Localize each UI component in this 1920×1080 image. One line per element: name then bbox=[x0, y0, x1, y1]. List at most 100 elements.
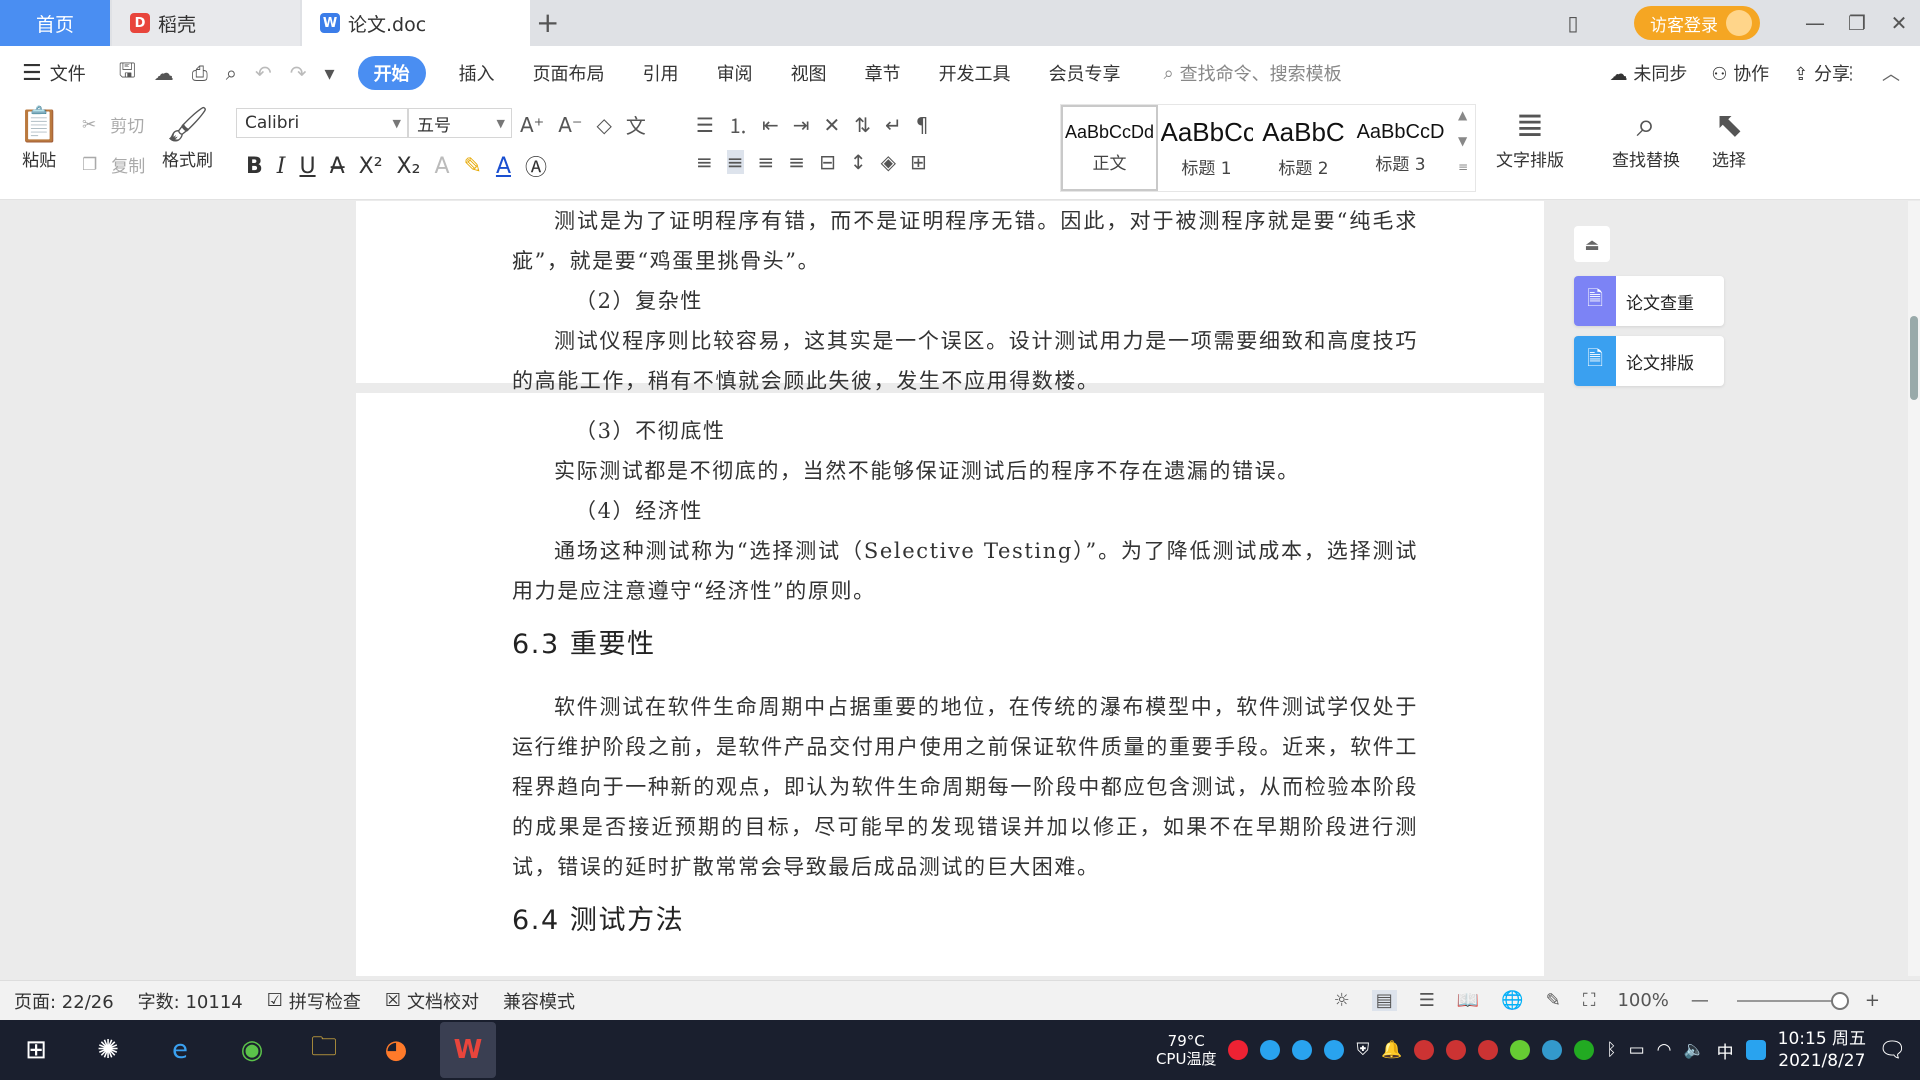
pinwheel-app-icon[interactable]: ✺ bbox=[80, 1022, 136, 1078]
superscript-icon[interactable]: X² bbox=[359, 154, 383, 179]
font-color-icon[interactable]: A bbox=[496, 154, 511, 179]
subscript-icon[interactable]: X₂ bbox=[397, 154, 421, 179]
ime-indicator[interactable]: 中 bbox=[1717, 1038, 1734, 1063]
cpu-temperature[interactable]: 79°C CPU温度 bbox=[1156, 1032, 1217, 1068]
redo-icon[interactable]: ↷ bbox=[290, 61, 307, 85]
tray-app-icon[interactable] bbox=[1414, 1040, 1435, 1060]
scrollbar-thumb[interactable] bbox=[1910, 316, 1918, 400]
increase-font-icon[interactable]: A⁺ bbox=[520, 113, 544, 137]
zoom-level[interactable]: 100% bbox=[1617, 990, 1668, 1011]
fit-page-icon[interactable]: ⛶ bbox=[1583, 990, 1596, 1011]
game-app-icon[interactable]: ◕ bbox=[368, 1022, 424, 1078]
word-count[interactable]: 字数: 10114 bbox=[138, 988, 243, 1014]
style-normal[interactable]: AaBbCcDd 正文 bbox=[1061, 105, 1158, 191]
sync-button[interactable]: ☁ 未同步 bbox=[1610, 60, 1688, 86]
guest-login-button[interactable]: 访客登录 bbox=[1634, 6, 1760, 40]
volume-icon[interactable]: 🔈 bbox=[1683, 1040, 1704, 1060]
font-name-select[interactable]: Calibri ▼ bbox=[236, 108, 408, 138]
nvidia-icon[interactable] bbox=[1574, 1040, 1595, 1060]
align-left-icon[interactable]: ≡ bbox=[696, 150, 713, 174]
shading-icon[interactable]: ◈ bbox=[881, 150, 896, 174]
style-scroll-down-icon[interactable]: ▼ bbox=[1458, 134, 1467, 148]
align-right-icon[interactable]: ≡ bbox=[758, 150, 775, 174]
web-view-icon[interactable]: 🌐 bbox=[1501, 990, 1523, 1011]
undo-icon[interactable]: ↶ bbox=[255, 61, 272, 85]
tray-app-icon[interactable] bbox=[1478, 1040, 1499, 1060]
style-scroll-up-icon[interactable]: ▲ bbox=[1458, 108, 1467, 122]
collapse-panel-icon[interactable]: ⏏ bbox=[1574, 226, 1610, 262]
tray-app-icon[interactable] bbox=[1324, 1040, 1345, 1060]
windows-start-icon[interactable]: ⊞ bbox=[8, 1022, 64, 1078]
file-explorer-icon[interactable]: 🗀 bbox=[296, 1022, 352, 1078]
zoom-out-icon[interactable]: — bbox=[1691, 990, 1709, 1011]
strikethrough-icon[interactable]: A̶ bbox=[330, 154, 345, 179]
print-preview-icon[interactable]: ⌕ bbox=[226, 61, 237, 85]
collaborate-button[interactable]: ⚇ 协作 bbox=[1711, 60, 1769, 86]
numbered-list-icon[interactable]: ⒈ bbox=[728, 110, 748, 139]
italic-icon[interactable]: I bbox=[277, 154, 286, 179]
page-view-icon[interactable]: ▤ bbox=[1371, 990, 1397, 1011]
tab-insert[interactable]: 插入 bbox=[459, 60, 495, 86]
clear-format-icon[interactable]: ◇ bbox=[597, 113, 612, 137]
style-heading-3[interactable]: AaBbCcD 标题 3 bbox=[1352, 105, 1449, 191]
font-size-select[interactable]: 五号 ▼ bbox=[408, 108, 512, 138]
text-layout-button[interactable]: ≣ 文字排版 bbox=[1496, 104, 1564, 171]
restore-icon[interactable]: ❐ bbox=[1836, 11, 1878, 35]
bluetooth-icon[interactable]: ᛒ bbox=[1606, 1040, 1616, 1060]
outline-view-icon[interactable]: ☰ bbox=[1419, 990, 1435, 1011]
proofread-button[interactable]: ☒ 文档校对 bbox=[385, 988, 479, 1014]
notification-icon[interactable]: 🗨 bbox=[1878, 1038, 1906, 1063]
bold-icon[interactable]: B bbox=[246, 154, 263, 179]
copy-button[interactable]: ❐ 复制 bbox=[82, 152, 145, 178]
qq-icon[interactable] bbox=[1745, 1040, 1766, 1060]
bell-icon[interactable]: 🔔 bbox=[1381, 1040, 1402, 1060]
text-effect-icon[interactable]: A bbox=[434, 154, 449, 179]
sort-icon[interactable]: ⇅ bbox=[854, 113, 871, 137]
zoom-slider-knob[interactable] bbox=[1830, 991, 1849, 1010]
show-marks-icon[interactable]: ¶ bbox=[916, 113, 929, 137]
vertical-scrollbar[interactable] bbox=[1908, 201, 1920, 976]
format-painter-button[interactable]: 🖌 格式刷 bbox=[162, 104, 213, 171]
command-search[interactable]: ⌕ 查找命令、搜索模板 bbox=[1164, 60, 1342, 86]
line-spacing-icon[interactable]: ↕ bbox=[850, 150, 867, 174]
highlight-icon[interactable]: ✎ bbox=[464, 154, 482, 179]
justify-icon[interactable]: ≡ bbox=[788, 150, 805, 174]
more-icon[interactable]: ⋮ bbox=[1842, 63, 1860, 84]
tab-document[interactable]: W 论文.doc bbox=[302, 0, 530, 46]
tab-references[interactable]: 引用 bbox=[643, 60, 679, 86]
char-border-icon[interactable]: Ⓐ bbox=[525, 150, 547, 182]
browser-360-icon[interactable]: ◉ bbox=[224, 1022, 280, 1078]
tab-member[interactable]: 会员专享 bbox=[1049, 60, 1121, 86]
decrease-font-icon[interactable]: A⁻ bbox=[558, 113, 582, 137]
increase-indent-icon[interactable]: ⇥ bbox=[793, 113, 810, 137]
distributed-icon[interactable]: ⊟ bbox=[819, 150, 836, 174]
file-menu[interactable]: ☰ 文件 bbox=[22, 60, 86, 86]
tray-app-icon[interactable] bbox=[1510, 1040, 1531, 1060]
print-icon[interactable]: ⎙ bbox=[192, 61, 208, 85]
shield-icon[interactable]: ⛨ bbox=[1356, 1040, 1369, 1060]
tab-page-layout[interactable]: 页面布局 bbox=[533, 60, 605, 86]
decrease-indent-icon[interactable]: ⇤ bbox=[762, 113, 779, 137]
quick-access-dropdown-icon[interactable]: ▾ bbox=[325, 61, 335, 85]
tray-app-icon[interactable] bbox=[1446, 1040, 1467, 1060]
document-text[interactable]: 测试是为了证明程序有错，而不是证明程序无错。因此，对于被测程序就是要“纯毛求疵”… bbox=[512, 201, 1418, 941]
zoom-in-icon[interactable]: + bbox=[1865, 990, 1880, 1011]
new-tab-button[interactable]: + bbox=[536, 6, 559, 39]
tab-daoke[interactable]: D 稻壳 bbox=[112, 0, 300, 46]
minimize-icon[interactable]: — bbox=[1794, 11, 1836, 35]
tab-view[interactable]: 视图 bbox=[791, 60, 827, 86]
tab-home[interactable]: 首页 bbox=[0, 0, 110, 46]
cloud-icon[interactable]: ☁ bbox=[154, 61, 174, 85]
layout-toggle-icon[interactable]: ▯ bbox=[1552, 11, 1594, 35]
close-icon[interactable]: ✕ bbox=[1878, 11, 1920, 35]
document-area[interactable]: 测试是为了证明程序有错，而不是证明程序无错。因此，对于被测程序就是要“纯毛求疵”… bbox=[0, 201, 1908, 976]
zoom-slider[interactable] bbox=[1736, 991, 1849, 1010]
find-replace-button[interactable]: ⌕ 查找替换 bbox=[1612, 104, 1680, 171]
tab-developer[interactable]: 开发工具 bbox=[939, 60, 1011, 86]
paper-layout-button[interactable]: 🗎 论文排版 bbox=[1574, 336, 1724, 386]
system-clock[interactable]: 10:15 周五 2021/8/27 bbox=[1778, 1028, 1866, 1072]
save-icon[interactable]: 🖫 bbox=[119, 56, 136, 90]
page-indicator[interactable]: 页面: 22/26 bbox=[14, 988, 114, 1014]
wifi-icon[interactable]: ◠ bbox=[1657, 1040, 1672, 1060]
tab-review[interactable]: 审阅 bbox=[717, 60, 753, 86]
